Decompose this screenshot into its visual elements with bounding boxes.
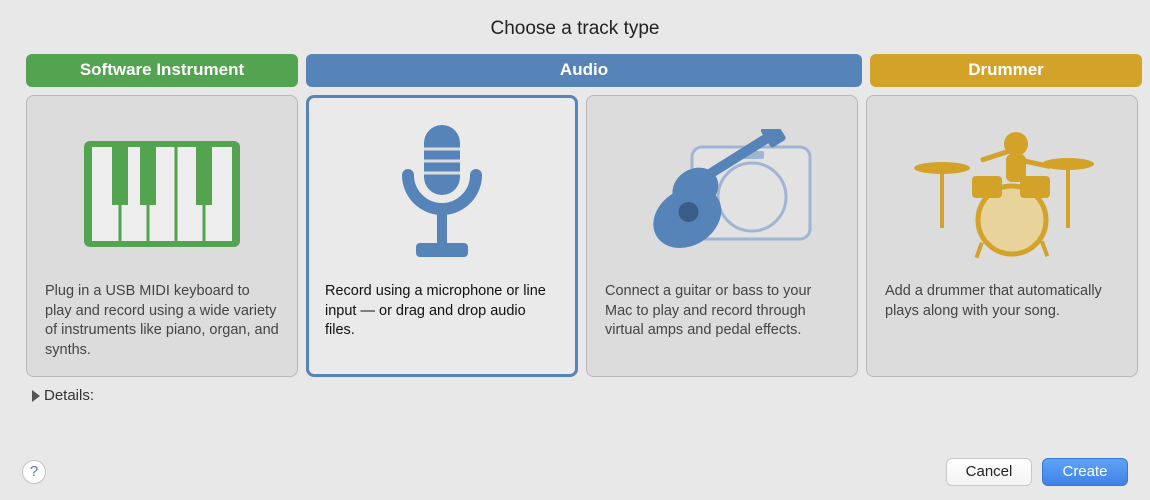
category-header-row: Software Instrument Audio Drummer bbox=[0, 54, 1150, 87]
create-label: Create bbox=[1062, 463, 1107, 480]
track-type-cards: Plug in a USB MIDI keyboard to play and … bbox=[0, 87, 1150, 377]
header-drummer-label: Drummer bbox=[968, 60, 1044, 79]
card-drummer[interactable]: Add a drummer that automatically plays a… bbox=[866, 95, 1138, 377]
create-button[interactable]: Create bbox=[1042, 458, 1128, 486]
header-audio-label: Audio bbox=[560, 60, 608, 79]
card-audio-microphone[interactable]: Record using a microphone or line input … bbox=[306, 95, 578, 377]
dialog-footer: ? Cancel Create bbox=[0, 458, 1150, 500]
card-software-desc: Plug in a USB MIDI keyboard to play and … bbox=[45, 282, 279, 362]
dialog-title: Choose a track type bbox=[0, 18, 1150, 40]
card-drummer-desc: Add a drummer that automatically plays a… bbox=[885, 282, 1119, 362]
microphone-icon bbox=[325, 114, 559, 274]
cancel-button[interactable]: Cancel bbox=[946, 458, 1032, 486]
help-glyph: ? bbox=[30, 463, 38, 480]
card-audio-guitar-desc: Connect a guitar or bass to your Mac to … bbox=[605, 282, 839, 362]
card-software-instrument[interactable]: Plug in a USB MIDI keyboard to play and … bbox=[26, 95, 298, 377]
drummer-icon bbox=[885, 114, 1119, 274]
header-software-label: Software Instrument bbox=[80, 60, 244, 79]
details-label: Details: bbox=[44, 387, 94, 404]
piano-keys-icon bbox=[45, 114, 279, 274]
card-audio-mic-desc: Record using a microphone or line input … bbox=[325, 282, 559, 362]
details-disclosure[interactable]: Details: bbox=[0, 377, 1150, 404]
header-software-instrument: Software Instrument bbox=[26, 54, 298, 87]
card-audio-guitar[interactable]: Connect a guitar or bass to your Mac to … bbox=[586, 95, 858, 377]
guitar-amp-icon bbox=[605, 114, 839, 274]
help-button[interactable]: ? bbox=[22, 460, 46, 484]
cancel-label: Cancel bbox=[966, 463, 1013, 480]
header-audio: Audio bbox=[306, 54, 862, 87]
header-drummer: Drummer bbox=[870, 54, 1142, 87]
disclosure-triangle-icon bbox=[32, 390, 40, 402]
track-type-dialog: Choose a track type Software Instrument … bbox=[0, 0, 1150, 500]
